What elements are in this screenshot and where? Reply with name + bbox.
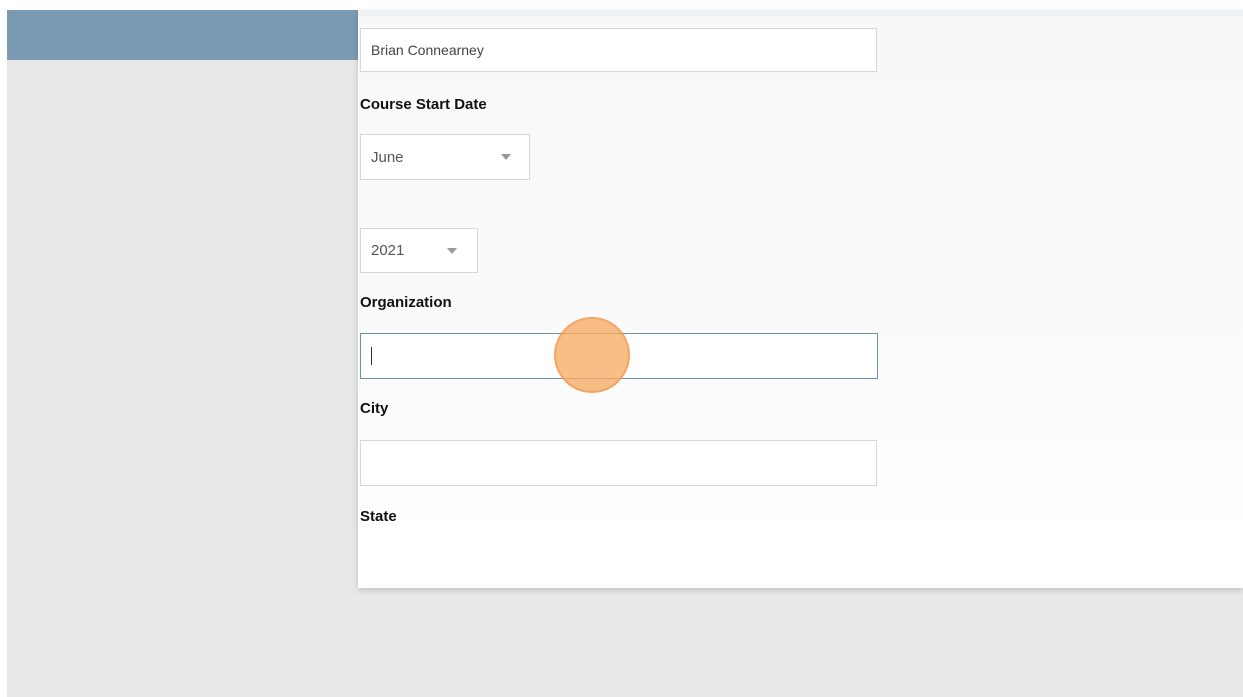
name-field-value: Brian Connearney xyxy=(371,42,484,58)
course-start-date-label: Course Start Date xyxy=(360,96,487,113)
click-indicator xyxy=(554,317,630,393)
year-select-value: 2021 xyxy=(371,242,405,259)
text-caret xyxy=(371,347,372,365)
header-band xyxy=(7,10,367,60)
form-panel: Brian Connearney Course Start Date June … xyxy=(358,10,1243,588)
city-label: City xyxy=(360,400,389,417)
chevron-down-icon xyxy=(447,247,457,254)
organization-label: Organization xyxy=(360,294,452,311)
year-select[interactable]: 2021 xyxy=(360,228,478,273)
month-select[interactable]: June xyxy=(360,134,530,180)
month-select-value: June xyxy=(371,148,404,166)
state-label: State xyxy=(360,508,397,525)
city-field[interactable] xyxy=(360,440,877,486)
name-field[interactable]: Brian Connearney xyxy=(360,28,877,72)
screen: Brian Connearney Course Start Date June … xyxy=(0,0,1243,697)
top-strip xyxy=(358,10,1243,16)
chevron-down-icon xyxy=(501,154,511,160)
